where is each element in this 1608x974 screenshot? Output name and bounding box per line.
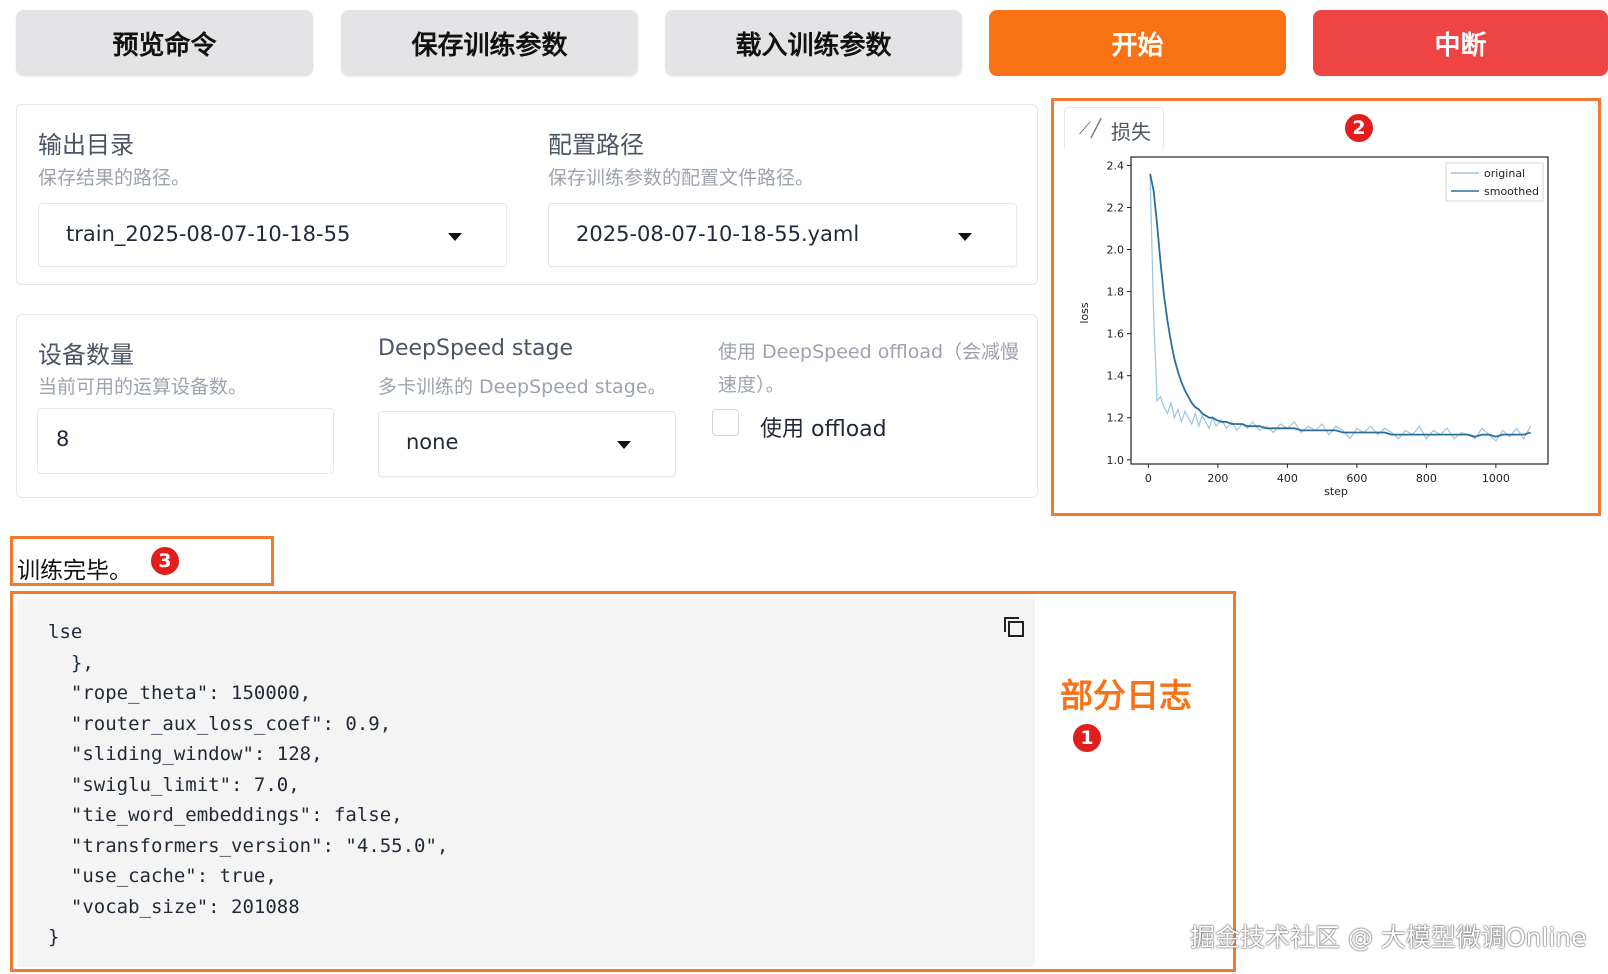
watermark: 掘金技术社区 @ 大模型微调Online [1190,923,1587,952]
copy-icon[interactable] [1002,615,1026,639]
device-count-hint: 当前可用的运算设备数。 [38,376,248,398]
x-tick-label: 1000 [1482,472,1510,485]
log-line: "use_cache": true, [48,865,277,887]
log-line: "sliding_window": 128, [48,743,323,765]
output-dir-select[interactable]: train_2025-08-07-10-18-55 [38,203,507,267]
ds-offload-label: 使用 offload [760,417,887,442]
y-tick-label: 2.4 [1107,159,1125,172]
device-count-label: 设备数量 [38,341,134,369]
status-box: 训练完毕。 3 [10,536,274,586]
ds-stage-label: DeepSpeed stage [378,336,574,361]
series-line-smoothed [1149,173,1531,438]
loss-chart-panel: ⟋╱ 损失 1.0 1.2 1.4 1.6 1.8 2.0 2.2 2.4 0 200 400 60… [1051,98,1601,516]
y-tick-label: 1.4 [1107,370,1125,383]
legend-original: original [1484,167,1525,180]
loss-chart: 1.0 1.2 1.4 1.6 1.8 2.0 2.2 2.4 0 200 400 600 800 10… [1078,156,1549,498]
status-message: 训练完毕。 [17,558,132,584]
log-line: } [48,926,60,948]
x-tick-label: 600 [1346,472,1367,485]
log-output[interactable]: lse }, "rope_theta": 150000, "router_aux… [18,599,1035,967]
log-line: "rope_theta": 150000, [48,682,312,704]
log-line: "router_aux_loss_coef": 0.9, [48,712,392,735]
ds-stage-select[interactable]: none [378,411,676,477]
x-axis-label: step [1324,485,1348,498]
log-line: "transformers_version": "4.55.0", [48,834,449,857]
start-button[interactable]: 开始 [989,10,1286,76]
abort-button[interactable]: 中断 [1313,10,1608,76]
ds-offload-hint-line1: 使用 DeepSpeed offload（会减慢 [718,341,1020,363]
legend-smoothed: smoothed [1484,185,1539,198]
x-tick-label: 800 [1416,472,1437,485]
annotation-badge-2: 2 [1343,112,1375,144]
config-path-value: 2025-08-07-10-18-55.yaml [576,222,860,246]
series-line-original [1149,173,1532,442]
config-path-select[interactable]: 2025-08-07-10-18-55.yaml [548,203,1017,267]
chevron-down-icon [617,441,631,449]
save-params-button[interactable]: 保存训练参数 [341,10,638,76]
log-annotation-title: 部分日志 [1060,676,1192,715]
ds-offload-hint-line2: 速度）。 [718,374,785,396]
log-line: }, [48,651,94,674]
y-tick-label: 1.6 [1107,328,1125,341]
ds-stage-hint: 多卡训练的 DeepSpeed stage。 [378,376,667,398]
y-tick-label: 1.2 [1107,412,1125,425]
chart-legend: original smoothed [1445,162,1544,202]
output-dir-hint: 保存结果的路径。 [38,167,191,189]
offload-checkbox[interactable] [712,409,739,436]
output-dir-value: train_2025-08-07-10-18-55 [66,222,351,246]
y-axis-label: loss [1078,302,1091,324]
output-config-panel: 输出目录 保存结果的路径。 train_2025-08-07-10-18-55 … [16,104,1038,285]
preview-command-button[interactable]: 预览命令 [16,10,313,76]
annotation-badge-3: 3 [149,545,181,577]
chevron-down-icon [958,233,972,241]
y-tick-label: 2.0 [1107,244,1125,257]
y-tick-label: 1.8 [1107,286,1125,299]
x-tick-label: 200 [1207,472,1228,485]
load-params-button[interactable]: 载入训练参数 [665,10,962,76]
log-line: "tie_word_embeddings": false, [48,804,403,826]
device-count-field[interactable] [37,408,334,474]
y-tick-label: 1.0 [1107,454,1125,467]
config-path-hint: 保存训练参数的配置文件路径。 [548,167,815,189]
config-path-label: 配置路径 [548,131,644,159]
log-line: "swiglu_limit": 7.0, [48,773,300,796]
annotation-badge-1: 1 [1071,722,1103,754]
log-box: lse }, "rope_theta": 150000, "router_aux… [10,591,1236,972]
ds-stage-value: none [406,430,459,454]
y-tick-label: 2.2 [1107,201,1125,214]
chevron-down-icon [448,233,462,241]
log-line: "vocab_size": 201088 [48,895,300,918]
log-line: lse [48,621,83,643]
device-count-input[interactable] [56,427,316,451]
x-tick-label: 400 [1277,472,1298,485]
x-tick-label: 0 [1145,472,1152,485]
output-dir-label: 输出目录 [38,131,134,159]
